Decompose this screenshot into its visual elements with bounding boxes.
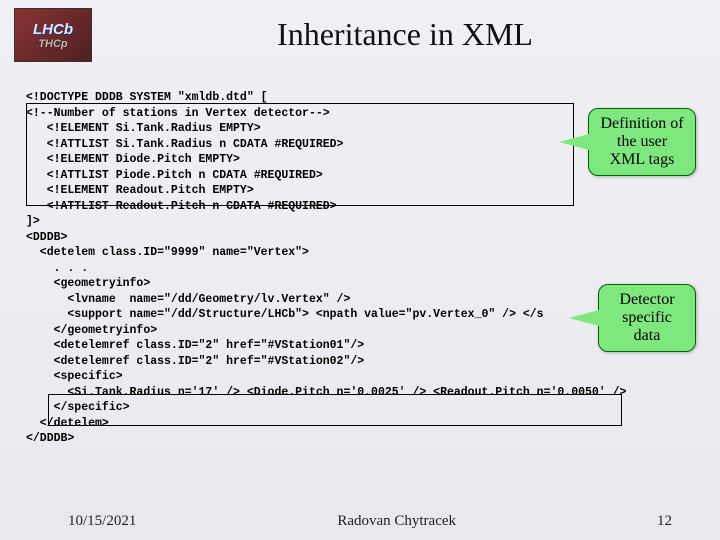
slide-footer: 10/15/2021 Radovan Chytracek 12 [0, 513, 720, 530]
footer-date: 10/15/2021 [68, 513, 136, 530]
footer-page: 12 [657, 513, 672, 530]
callout-detector: Detector specific data [598, 284, 696, 352]
lhcb-logo: LHCb THCp [14, 8, 92, 62]
footer-author: Radovan Chytracek [337, 513, 456, 530]
callout-definition: Definition of the user XML tags [588, 108, 696, 176]
slide-title: Inheritance in XML [110, 16, 700, 53]
logo-text-main: LHCb [33, 21, 73, 38]
logo-text-shadow: THCp [38, 38, 67, 50]
